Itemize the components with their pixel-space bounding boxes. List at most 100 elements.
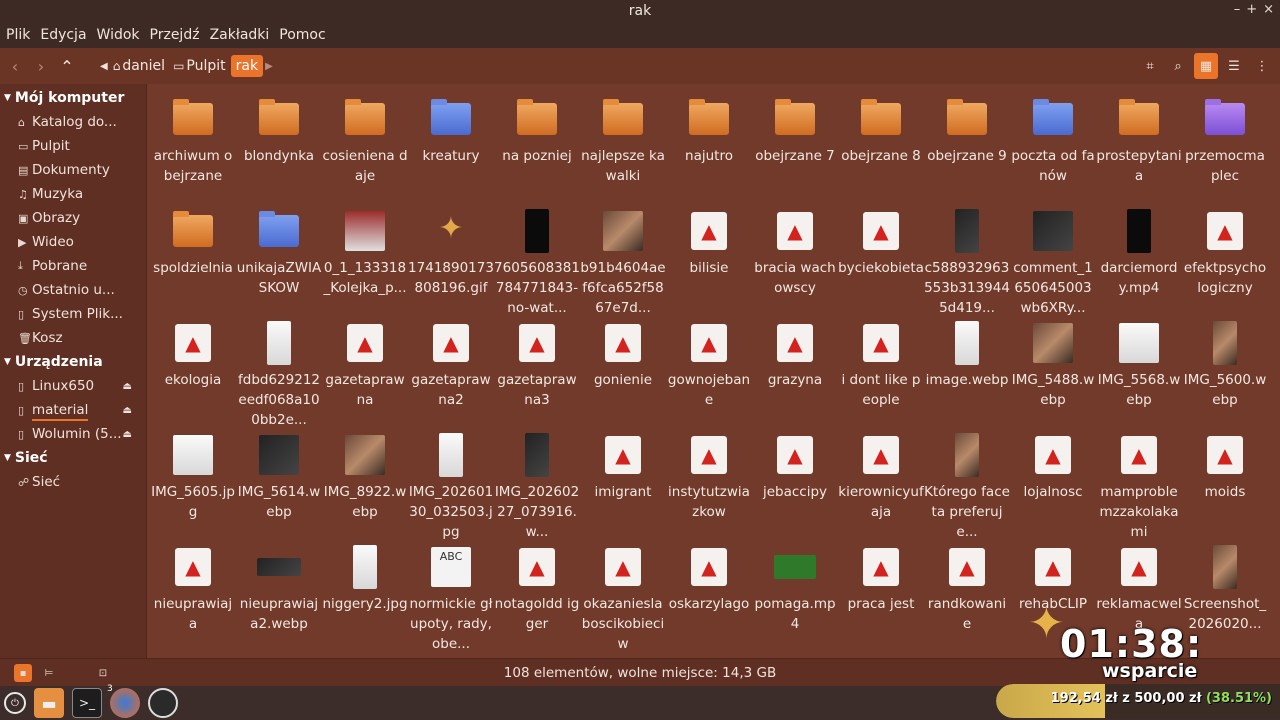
sidebar-item[interactable]: ⌂ Katalog do... xyxy=(0,110,146,134)
sidebar-section-header[interactable]: ▼ Urządzenia xyxy=(0,350,146,374)
sidebar-item[interactable]: ◷ Ostatnio u... xyxy=(0,278,146,302)
maximize-icon[interactable]: + xyxy=(1246,2,1257,17)
file-item[interactable]: pomaga.mp4 xyxy=(752,540,838,634)
file-item[interactable]: comment_1650645003wb6XRy... xyxy=(1010,204,1096,318)
file-item[interactable]: unikajaZWIASKOW xyxy=(236,204,322,298)
file-item[interactable]: ▲ grazyna xyxy=(752,316,838,390)
obs-icon[interactable] xyxy=(148,688,178,718)
file-item[interactable]: ▲ i dont like people xyxy=(838,316,924,410)
menu-widok[interactable]: Widok xyxy=(97,27,140,43)
sidebar-item[interactable]: ▯ Wolumin (5... ⏏ xyxy=(0,422,146,446)
minimize-icon[interactable]: – xyxy=(1234,2,1241,17)
file-item[interactable]: b91b4604aef6fca652f5867e7d... xyxy=(580,204,666,318)
file-item[interactable]: 0_1_133318_Kolejka_p... xyxy=(322,204,408,298)
file-item[interactable]: najutro xyxy=(666,92,752,166)
file-item[interactable]: niggery2.jpg xyxy=(322,540,408,614)
file-item[interactable]: ▲ moids xyxy=(1182,428,1268,502)
file-item[interactable]: ▲ byciekobieta xyxy=(838,204,924,278)
sidebar-item[interactable]: ▭ Pulpit xyxy=(0,134,146,158)
sidebar-item[interactable]: ▤ Dokumenty xyxy=(0,158,146,182)
sidebar-item[interactable]: ▯ System Plik... xyxy=(0,302,146,326)
hide-sidebar-button[interactable]: ⊡ xyxy=(94,664,112,682)
file-item[interactable]: przemocmaplec xyxy=(1182,92,1268,186)
show-tree-button[interactable]: ⊨ xyxy=(40,664,58,682)
file-item[interactable]: ▲ nieuprawiaja xyxy=(150,540,236,634)
search-icon[interactable]: ⌕ xyxy=(1166,53,1190,79)
file-item[interactable]: ABC normickie głupoty, rady, obe... xyxy=(408,540,494,654)
file-item[interactable]: najlepsze kawalki xyxy=(580,92,666,186)
sidebar-item[interactable]: ▶ Wideo xyxy=(0,230,146,254)
files-app-icon[interactable]: ▬ xyxy=(34,688,64,718)
file-item[interactable]: darciemordy.mp4 xyxy=(1096,204,1182,298)
file-item[interactable]: obejrzane 8 xyxy=(838,92,924,166)
file-item[interactable]: ▲ oskarzylago xyxy=(666,540,752,614)
sidebar-item[interactable]: 🗑 Kosz xyxy=(0,326,146,350)
collapse-triangle-icon[interactable]: ▼ xyxy=(4,453,11,463)
file-item[interactable]: ▲ ekologia xyxy=(150,316,236,390)
file-item[interactable]: IMG_5614.webp xyxy=(236,428,322,522)
file-item[interactable]: spoldzielnia xyxy=(150,204,236,278)
collapse-triangle-icon[interactable]: ▼ xyxy=(4,93,11,103)
menu-zakladki[interactable]: Zakładki xyxy=(210,27,270,43)
file-item[interactable]: ▲ kierownicyufaja xyxy=(838,428,924,522)
file-item[interactable]: IMG_5600.webp xyxy=(1182,316,1268,410)
file-item[interactable]: IMG_20260130_032503.jpg xyxy=(408,428,494,542)
eject-icon[interactable]: ⏏ xyxy=(123,381,132,392)
file-item[interactable]: cosieniena daje xyxy=(322,92,408,186)
file-item[interactable]: ▲ imigrant xyxy=(580,428,666,502)
sidebar-item[interactable]: ⤓ Pobrane xyxy=(0,254,146,278)
file-item[interactable]: ▲ gazetaprawna3 xyxy=(494,316,580,410)
file-item[interactable]: ▲ praca jest xyxy=(838,540,924,614)
file-item[interactable]: prostepytania xyxy=(1096,92,1182,186)
menu-edycja[interactable]: Edycja xyxy=(40,27,86,43)
icon-view-button[interactable]: ▦ xyxy=(1194,53,1218,79)
file-item[interactable]: kreatury xyxy=(408,92,494,166)
sidebar-section-header[interactable]: ▼ Sieć xyxy=(0,446,146,470)
file-item[interactable]: na pozniej xyxy=(494,92,580,166)
file-item[interactable]: ✦ 1741890173808196.gif xyxy=(408,204,494,298)
eject-icon[interactable]: ⏏ xyxy=(123,405,132,416)
sidebar-item[interactable]: ▣ Obrazy xyxy=(0,206,146,230)
compact-view-button[interactable]: ⋮ xyxy=(1250,53,1274,79)
file-item[interactable]: IMG_5488.webp xyxy=(1010,316,1096,410)
file-item[interactable]: nieuprawiaja2.webp xyxy=(236,540,322,634)
file-item[interactable]: ▲ bilisie xyxy=(666,204,752,278)
breadcrumb-left-arrow-icon[interactable]: ◀ xyxy=(100,61,108,72)
firefox-icon[interactable]: 3 xyxy=(107,684,140,718)
menu-przejdz[interactable]: Przejdź xyxy=(150,27,200,43)
close-icon[interactable]: × xyxy=(1263,2,1274,17)
file-item[interactable]: c588932963553b3139445d419... xyxy=(924,204,1010,318)
list-view-button[interactable]: ☰ xyxy=(1222,53,1246,79)
show-places-button[interactable]: ▪ xyxy=(14,664,32,682)
terminal-icon[interactable]: >_ xyxy=(72,688,102,718)
sidebar-section-header[interactable]: ▼ Mój komputer xyxy=(0,86,146,110)
file-item[interactable]: IMG_5605.jpg xyxy=(150,428,236,522)
file-item[interactable]: 7605608381784771843-no-wat... xyxy=(494,204,580,318)
breadcrumb-pulpit[interactable]: ▭ Pulpit xyxy=(170,55,229,77)
file-item[interactable]: image.webp xyxy=(924,316,1010,390)
forward-button[interactable]: › xyxy=(28,53,54,79)
file-item[interactable]: ▲ instytutzwiazkow xyxy=(666,428,752,522)
back-button[interactable]: ‹ xyxy=(2,53,28,79)
up-button[interactable]: ⌃ xyxy=(54,53,80,79)
file-item[interactable]: ▲ randkowanie xyxy=(924,540,1010,634)
start-menu-icon[interactable]: ⏻ xyxy=(4,692,26,714)
file-item[interactable]: ▲ gonienie xyxy=(580,316,666,390)
breadcrumb-daniel[interactable]: ⌂ daniel xyxy=(110,55,168,77)
sidebar-item[interactable]: ▯ Linux650 ⏏ xyxy=(0,374,146,398)
file-item[interactable]: ▲ efektpsychologiczny xyxy=(1182,204,1268,298)
file-item[interactable]: obejrzane 9 xyxy=(924,92,1010,166)
sidebar-item[interactable]: ▯ material ⏏ xyxy=(0,398,146,422)
breadcrumb-rak[interactable]: rak xyxy=(230,55,264,77)
eject-icon[interactable]: ⏏ xyxy=(123,429,132,440)
toggle-location-button[interactable]: ⌗ xyxy=(1138,53,1162,79)
sidebar-item[interactable]: ☍ Sieć xyxy=(0,470,146,494)
file-item[interactable]: poczta od fanów xyxy=(1010,92,1096,186)
file-item[interactable]: obejrzane 7 xyxy=(752,92,838,166)
menu-pomoc[interactable]: Pomoc xyxy=(279,27,325,43)
file-item[interactable]: IMG_8922.webp xyxy=(322,428,408,522)
file-item[interactable]: Screenshot_2026020... xyxy=(1182,540,1268,634)
menu-plik[interactable]: Plik xyxy=(6,27,30,43)
file-item[interactable]: ▲ okazanieslaboscikobieciw xyxy=(580,540,666,654)
file-item[interactable]: IMG_20260227_073916.w... xyxy=(494,428,580,542)
